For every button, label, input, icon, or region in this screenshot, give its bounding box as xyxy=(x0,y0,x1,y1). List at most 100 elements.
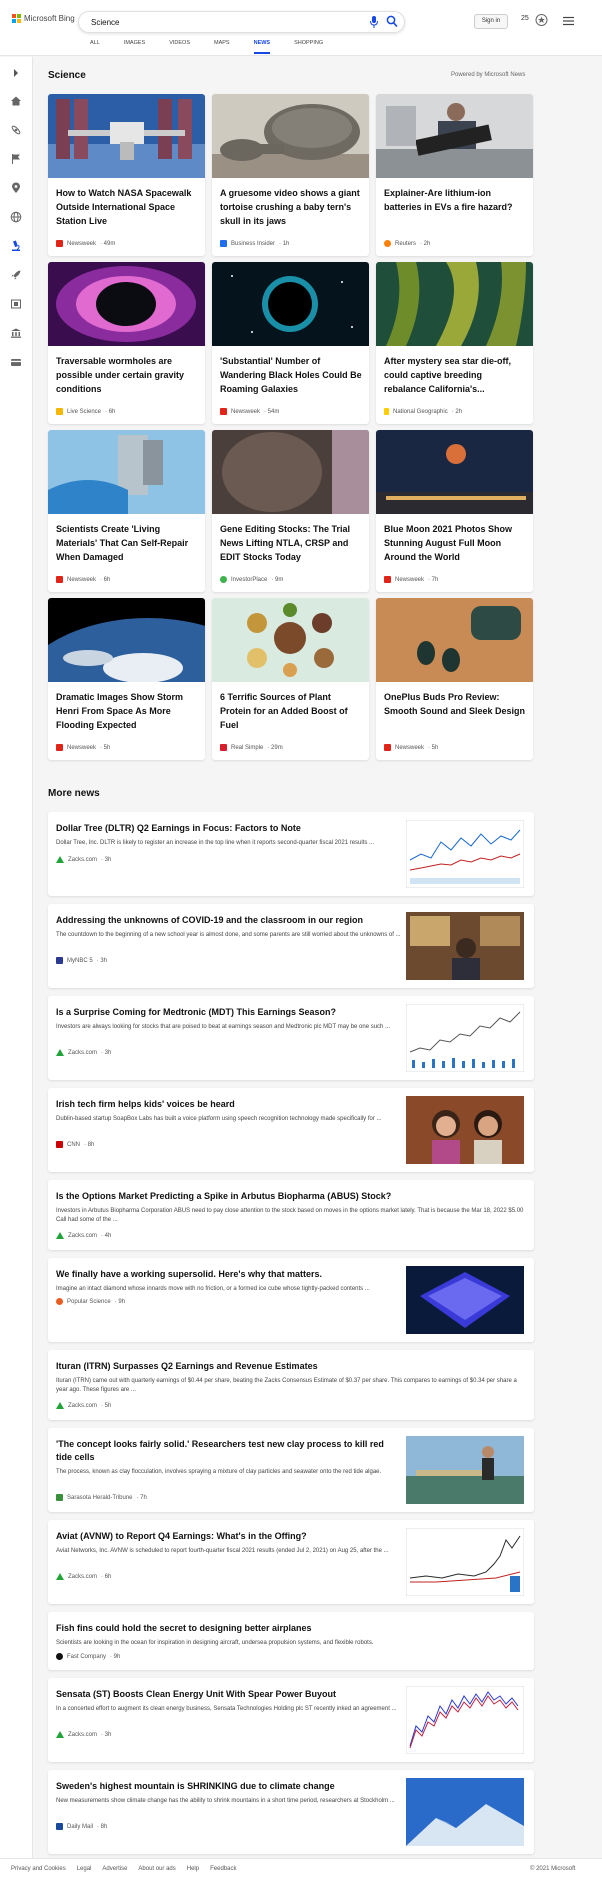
home-icon[interactable] xyxy=(10,95,22,107)
card-title[interactable]: Traversable wormholes are possible under… xyxy=(56,354,198,396)
source-name: Newsweek xyxy=(67,240,97,247)
card-source: Newsweek · 6h xyxy=(56,576,110,583)
rocket-icon[interactable] xyxy=(10,269,22,281)
mountain-thumbnail xyxy=(406,1778,524,1846)
card-title[interactable]: Explainer-Are lithium-ion batteries in E… xyxy=(384,186,526,214)
tab-images[interactable]: IMAGES xyxy=(124,40,145,54)
news-title[interactable]: Fish fins could hold the secret to desig… xyxy=(56,1622,526,1635)
news-list-item[interactable]: Sweden's highest mountain is SHRINKING d… xyxy=(48,1770,534,1854)
footer-link-help[interactable]: Help xyxy=(187,1866,199,1872)
stock-chart-thumbnail xyxy=(406,1528,524,1596)
news-source: Sarasota Herald-Tribune · 7h xyxy=(56,1494,147,1501)
news-card[interactable]: Explainer-Are lithium-ion batteries in E… xyxy=(376,94,533,256)
card-title[interactable]: How to Watch NASA Spacewalk Outside Inte… xyxy=(56,186,198,228)
publish-time: · 2h xyxy=(451,408,463,415)
bing-logo[interactable]: Microsoft Bing xyxy=(12,14,75,23)
card-title[interactable]: After mystery sea star die-off, could ca… xyxy=(384,354,526,396)
publish-time: · 49m xyxy=(100,240,116,247)
search-box[interactable] xyxy=(78,11,405,33)
tab-news[interactable]: NEWS xyxy=(253,40,271,54)
news-snippet: Dublin-based startup SoapBox Labs has bu… xyxy=(56,1116,382,1122)
news-card[interactable]: OnePlus Buds Pro Review: Smooth Sound an… xyxy=(376,598,533,760)
brand-name: Microsoft Bing xyxy=(24,14,75,23)
newsweek-logo-icon xyxy=(220,408,227,415)
tab-shopping[interactable]: SHOPPING xyxy=(294,40,323,54)
film-icon[interactable] xyxy=(10,298,22,310)
search-icon[interactable] xyxy=(386,15,398,28)
flag-icon[interactable] xyxy=(10,153,22,165)
news-title[interactable]: 'The concept looks fairly solid.' Resear… xyxy=(56,1438,401,1464)
news-title[interactable]: Sensata (ST) Boosts Clean Energy Unit Wi… xyxy=(56,1688,401,1701)
news-card[interactable]: A gruesome video shows a giant tortoise … xyxy=(212,94,369,256)
news-card[interactable]: 'Substantial' Number of Wandering Black … xyxy=(212,262,369,424)
news-list-item[interactable]: Addressing the unknowns of COVID-19 and … xyxy=(48,904,534,988)
menu-icon[interactable] xyxy=(563,16,574,26)
tortoise-image xyxy=(212,94,369,178)
footer-link-about-ads[interactable]: About our ads xyxy=(138,1866,175,1872)
search-tabs: ALL IMAGES VIDEOS MAPS NEWS SHOPPING xyxy=(90,40,347,54)
card-title[interactable]: Dramatic Images Show Storm Henri From Sp… xyxy=(56,690,198,732)
rewards-medal-icon[interactable] xyxy=(535,13,548,27)
news-title[interactable]: Dollar Tree (DLTR) Q2 Earnings in Focus:… xyxy=(56,822,401,835)
news-title[interactable]: We finally have a working supersolid. He… xyxy=(56,1268,401,1281)
location-pin-icon[interactable] xyxy=(10,182,22,194)
news-card[interactable]: Blue Moon 2021 Photos Show Stunning Augu… xyxy=(376,430,533,592)
card-icon[interactable] xyxy=(10,356,22,368)
news-list-item[interactable]: Sensata (ST) Boosts Clean Energy Unit Wi… xyxy=(48,1678,534,1762)
fast-company-logo-icon xyxy=(56,1653,63,1660)
news-title[interactable]: Aviat (AVNW) to Report Q4 Earnings: What… xyxy=(56,1530,401,1543)
tab-maps[interactable]: MAPS xyxy=(214,40,230,54)
national-geographic-logo-icon xyxy=(384,408,389,415)
news-card[interactable]: 6 Terrific Sources of Plant Protein for … xyxy=(212,598,369,760)
cnn-logo-icon xyxy=(56,1141,63,1148)
footer-link-legal[interactable]: Legal xyxy=(77,1866,92,1872)
bank-icon[interactable] xyxy=(10,327,22,339)
news-title[interactable]: Is the Options Market Predicting a Spike… xyxy=(56,1190,526,1203)
news-card[interactable]: How to Watch NASA Spacewalk Outside Inte… xyxy=(48,94,205,256)
sign-in-button[interactable]: Sign in xyxy=(474,14,508,29)
news-title[interactable]: Ituran (ITRN) Surpasses Q2 Earnings and … xyxy=(56,1360,526,1373)
source-name: Newsweek xyxy=(67,576,97,583)
card-title[interactable]: Gene Editing Stocks: The Trial News Lift… xyxy=(220,522,362,564)
tab-videos[interactable]: VIDEOS xyxy=(169,40,190,54)
news-list-item[interactable]: Dollar Tree (DLTR) Q2 Earnings in Focus:… xyxy=(48,812,534,896)
footer-link-feedback[interactable]: Feedback xyxy=(210,1866,236,1872)
search-input[interactable] xyxy=(91,16,331,29)
publish-time: · 54m xyxy=(264,408,280,415)
rewards-points[interactable]: 25 xyxy=(521,15,529,22)
card-title[interactable]: Blue Moon 2021 Photos Show Stunning Augu… xyxy=(384,522,526,564)
news-list-item[interactable]: Irish tech firm helps kids' voices be he… xyxy=(48,1088,534,1172)
news-list-item[interactable]: We finally have a working supersolid. He… xyxy=(48,1258,534,1342)
chevron-right-icon[interactable] xyxy=(10,67,22,79)
microscope-icon[interactable] xyxy=(10,240,22,252)
card-title[interactable]: OnePlus Buds Pro Review: Smooth Sound an… xyxy=(384,690,526,718)
footer-link-privacy[interactable]: Privacy and Cookies xyxy=(11,1866,66,1872)
news-title[interactable]: Sweden's highest mountain is SHRINKING d… xyxy=(56,1780,401,1793)
microphone-icon[interactable] xyxy=(369,15,379,29)
news-title[interactable]: Irish tech firm helps kids' voices be he… xyxy=(56,1098,401,1111)
card-title[interactable]: A gruesome video shows a giant tortoise … xyxy=(220,186,362,228)
news-card[interactable]: Dramatic Images Show Storm Henri From Sp… xyxy=(48,598,205,760)
news-list-item[interactable]: 'The concept looks fairly solid.' Resear… xyxy=(48,1428,534,1512)
footer-link-advertise[interactable]: Advertise xyxy=(102,1866,127,1872)
news-title[interactable]: Is a Surprise Coming for Medtronic (MDT)… xyxy=(56,1006,401,1019)
news-list-item[interactable]: Ituran (ITRN) Surpasses Q2 Earnings and … xyxy=(48,1350,534,1420)
news-list-item[interactable]: Aviat (AVNW) to Report Q4 Earnings: What… xyxy=(48,1520,534,1604)
news-list-item[interactable]: Fish fins could hold the secret to desig… xyxy=(48,1612,534,1670)
news-list-item[interactable]: Is the Options Market Predicting a Spike… xyxy=(48,1180,534,1250)
science-icon[interactable] xyxy=(10,124,22,136)
news-title[interactable]: Addressing the unknowns of COVID-19 and … xyxy=(56,914,401,927)
news-card[interactable]: Gene Editing Stocks: The Trial News Lift… xyxy=(212,430,369,592)
space-station-image xyxy=(48,94,205,178)
news-card[interactable]: After mystery sea star die-off, could ca… xyxy=(376,262,533,424)
black-hole-image xyxy=(212,262,369,346)
globe-icon[interactable] xyxy=(10,211,22,223)
card-title[interactable]: Scientists Create 'Living Materials' Tha… xyxy=(56,522,198,564)
news-card[interactable]: Scientists Create 'Living Materials' Tha… xyxy=(48,430,205,592)
card-title[interactable]: 'Substantial' Number of Wandering Black … xyxy=(220,354,362,396)
news-card[interactable]: Traversable wormholes are possible under… xyxy=(48,262,205,424)
card-title[interactable]: 6 Terrific Sources of Plant Protein for … xyxy=(220,690,362,732)
news-list-item[interactable]: Is a Surprise Coming for Medtronic (MDT)… xyxy=(48,996,534,1080)
newsweek-logo-icon xyxy=(384,744,391,751)
tab-all[interactable]: ALL xyxy=(90,40,100,54)
